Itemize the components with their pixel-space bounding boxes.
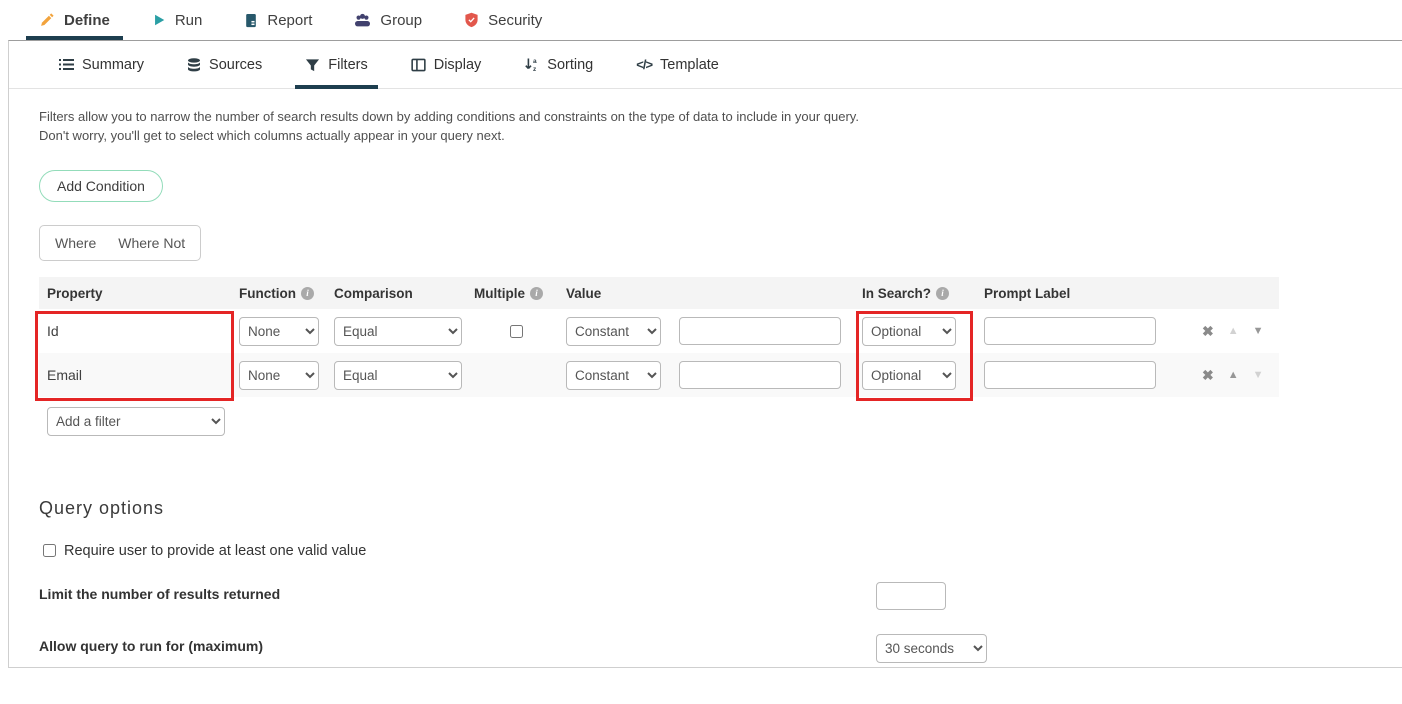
require-valid-value-checkbox[interactable] bbox=[43, 544, 56, 557]
tab-label: Run bbox=[175, 12, 203, 29]
move-down-icon[interactable]: ▼ bbox=[1253, 325, 1264, 337]
add-filter-select[interactable]: Add a filter bbox=[47, 407, 225, 436]
tab-group[interactable]: Group bbox=[341, 0, 435, 40]
function-select[interactable]: None bbox=[239, 317, 319, 346]
tab-label: Sources bbox=[209, 57, 262, 73]
define-panel: Summary Sources Filters Display az Sorti… bbox=[8, 40, 1402, 668]
pencil-icon bbox=[39, 12, 55, 28]
prompt-label-input[interactable] bbox=[984, 317, 1156, 345]
tab-label: Sorting bbox=[547, 57, 593, 73]
header-comparison: Comparison bbox=[334, 286, 413, 301]
info-icon[interactable]: i bbox=[936, 287, 949, 300]
add-condition-button[interactable]: Add Condition bbox=[39, 170, 163, 202]
function-select[interactable]: None bbox=[239, 361, 319, 390]
sort-icon: az bbox=[524, 57, 539, 72]
filter-row-id: Id None Equal Constant Optional bbox=[39, 309, 1279, 353]
limit-results-input[interactable] bbox=[876, 582, 946, 610]
tab-security[interactable]: Security bbox=[451, 0, 555, 40]
filter-table-header: Property Functioni Comparison Multiplei … bbox=[39, 277, 1279, 309]
tab-label: Template bbox=[660, 57, 719, 73]
tab-sorting[interactable]: az Sorting bbox=[514, 41, 603, 88]
in-search-select[interactable]: Optional bbox=[862, 361, 956, 390]
query-options-section: Query options Require user to provide at… bbox=[39, 498, 1402, 664]
in-search-select[interactable]: Optional bbox=[862, 317, 956, 346]
shield-icon bbox=[464, 12, 479, 28]
filters-description: Filters allow you to narrow the number o… bbox=[39, 107, 1402, 145]
tab-report[interactable]: Report bbox=[231, 0, 325, 40]
header-value: Value bbox=[566, 286, 601, 301]
filter-table: Property Functioni Comparison Multiplei … bbox=[39, 277, 1279, 397]
comparison-select[interactable]: Equal bbox=[334, 317, 462, 346]
tab-label: Report bbox=[267, 12, 312, 29]
info-icon[interactable]: i bbox=[530, 287, 543, 300]
value-type-select[interactable]: Constant bbox=[566, 361, 661, 390]
funnel-icon bbox=[305, 58, 320, 72]
where-button[interactable]: Where bbox=[55, 235, 96, 251]
columns-icon bbox=[411, 58, 426, 72]
value-input[interactable] bbox=[679, 361, 841, 389]
tab-label: Define bbox=[64, 12, 110, 29]
tab-sources[interactable]: Sources bbox=[177, 41, 272, 88]
delete-filter-icon[interactable]: ✖ bbox=[1202, 367, 1214, 384]
query-timeout-label: Allow query to run for (maximum) bbox=[39, 638, 263, 654]
tab-label: Summary bbox=[82, 57, 144, 73]
tab-label: Filters bbox=[328, 57, 367, 73]
tab-template[interactable]: </> Template bbox=[626, 41, 729, 88]
query-options-title: Query options bbox=[39, 498, 1402, 519]
tab-display[interactable]: Display bbox=[401, 41, 492, 88]
comparison-select[interactable]: Equal bbox=[334, 361, 462, 390]
move-up-icon[interactable]: ▲ bbox=[1228, 369, 1239, 381]
move-up-icon[interactable]: ▲ bbox=[1228, 325, 1239, 337]
svg-text:a: a bbox=[533, 58, 537, 65]
list-icon bbox=[59, 58, 74, 71]
tab-define[interactable]: Define bbox=[26, 0, 123, 40]
description-line-2: Don't worry, you'll get to select which … bbox=[39, 126, 1402, 145]
sub-tab-bar: Summary Sources Filters Display az Sorti… bbox=[9, 41, 1402, 89]
description-line-1: Filters allow you to narrow the number o… bbox=[39, 107, 1402, 126]
delete-filter-icon[interactable]: ✖ bbox=[1202, 323, 1214, 340]
report-icon bbox=[244, 13, 258, 28]
code-icon: </> bbox=[636, 57, 652, 72]
tab-label: Group bbox=[380, 12, 422, 29]
multiple-checkbox[interactable] bbox=[510, 325, 523, 338]
property-cell: Id bbox=[39, 323, 239, 339]
filter-row-email: Email None Equal Constant Optional bbox=[39, 353, 1279, 397]
svg-text:z: z bbox=[533, 66, 537, 72]
top-tab-bar: Define Run Report Group Security bbox=[0, 0, 1402, 40]
limit-results-label: Limit the number of results returned bbox=[39, 586, 280, 602]
header-property: Property bbox=[47, 286, 103, 301]
query-timeout-select[interactable]: 30 seconds bbox=[876, 634, 987, 663]
value-type-select[interactable]: Constant bbox=[566, 317, 661, 346]
play-icon bbox=[152, 13, 166, 27]
header-multiple: Multiple bbox=[474, 286, 525, 301]
where-toggle-group: Where Where Not bbox=[39, 225, 201, 261]
header-in-search: In Search? bbox=[862, 286, 931, 301]
value-input[interactable] bbox=[679, 317, 841, 345]
tab-label: Display bbox=[434, 57, 482, 73]
info-icon[interactable]: i bbox=[301, 287, 314, 300]
database-icon bbox=[187, 58, 201, 72]
require-valid-value-label: Require user to provide at least one val… bbox=[64, 543, 366, 559]
tab-summary[interactable]: Summary bbox=[49, 41, 154, 88]
group-icon bbox=[354, 13, 371, 28]
header-function: Function bbox=[239, 286, 296, 301]
move-down-icon[interactable]: ▼ bbox=[1253, 369, 1264, 381]
tab-filters[interactable]: Filters bbox=[295, 41, 377, 88]
property-cell: Email bbox=[39, 367, 239, 383]
tab-run[interactable]: Run bbox=[139, 0, 216, 40]
header-prompt-label: Prompt Label bbox=[984, 286, 1070, 301]
where-not-button[interactable]: Where Not bbox=[118, 235, 185, 251]
tab-label: Security bbox=[488, 12, 542, 29]
prompt-label-input[interactable] bbox=[984, 361, 1156, 389]
